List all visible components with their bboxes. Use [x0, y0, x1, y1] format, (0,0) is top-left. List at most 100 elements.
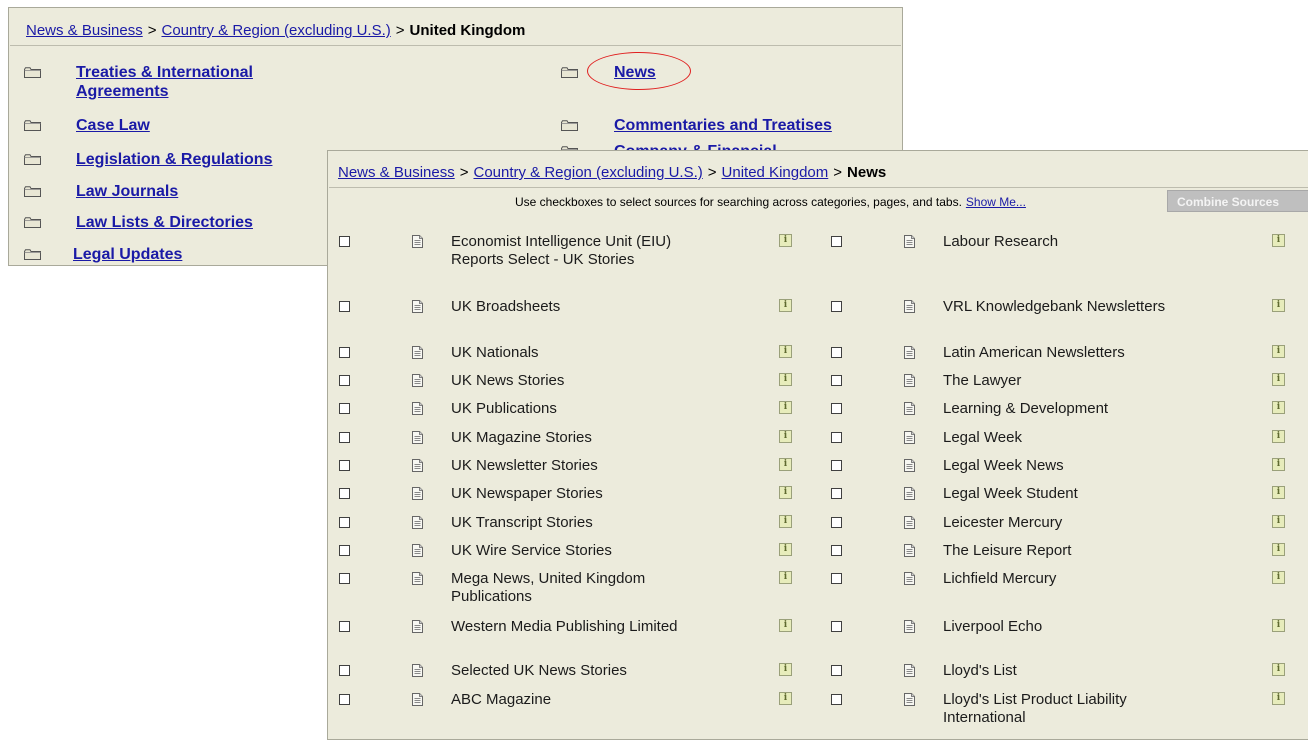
source-name: Learning & Development: [943, 400, 1109, 417]
info-icon[interactable]: i: [779, 571, 792, 584]
source-name: Leicester Mercury: [943, 514, 1063, 531]
category-link-law-lists-directories[interactable]: Law Lists & Directories: [76, 213, 356, 232]
document-icon: [904, 516, 915, 529]
info-icon[interactable]: i: [1272, 571, 1285, 584]
info-icon[interactable]: i: [779, 543, 792, 556]
source-checkbox[interactable]: [339, 665, 350, 676]
info-icon[interactable]: i: [779, 458, 792, 471]
source-checkbox[interactable]: [339, 573, 350, 584]
document-icon: [412, 487, 423, 500]
document-icon: [904, 459, 915, 472]
source-checkbox[interactable]: [339, 403, 350, 414]
divider: [329, 187, 1308, 188]
info-icon[interactable]: i: [1272, 234, 1285, 247]
combine-sources-button[interactable]: Combine Sources: [1167, 190, 1308, 212]
source-checkbox[interactable]: [831, 460, 842, 471]
info-icon[interactable]: i: [1272, 663, 1285, 676]
info-icon[interactable]: i: [779, 515, 792, 528]
info-icon[interactable]: i: [779, 299, 792, 312]
info-icon[interactable]: i: [1272, 619, 1285, 632]
source-name: The Leisure Report: [943, 542, 1072, 559]
info-icon[interactable]: i: [1272, 486, 1285, 499]
source-checkbox[interactable]: [831, 694, 842, 705]
breadcrumb: News & Business > Country & Region (exclud…: [338, 164, 886, 181]
info-icon[interactable]: i: [1272, 692, 1285, 705]
source-name: UK Newspaper Stories: [451, 485, 603, 502]
source-checkbox[interactable]: [339, 236, 350, 247]
document-icon: [412, 544, 423, 557]
breadcrumb-country-region[interactable]: Country & Region (excluding U.S.): [473, 164, 702, 181]
source-checkbox[interactable]: [831, 347, 842, 358]
info-icon[interactable]: i: [1272, 458, 1285, 471]
document-icon: [904, 431, 915, 444]
breadcrumb-separator: >: [833, 164, 843, 181]
info-icon[interactable]: i: [1272, 515, 1285, 528]
document-icon: [412, 346, 423, 359]
source-checkbox[interactable]: [339, 375, 350, 386]
category-link-legislation-regulations[interactable]: Legislation & Regulations: [76, 150, 356, 169]
source-name: VRL Knowledgebank Newsletters: [943, 298, 1166, 315]
info-icon[interactable]: i: [779, 234, 792, 247]
source-checkbox[interactable]: [831, 432, 842, 443]
info-icon[interactable]: i: [1272, 345, 1285, 358]
info-icon[interactable]: i: [779, 619, 792, 632]
info-icon[interactable]: i: [779, 663, 792, 676]
info-icon[interactable]: i: [1272, 373, 1285, 386]
source-checkbox[interactable]: [339, 621, 350, 632]
show-me-link[interactable]: Show Me...: [966, 195, 1026, 209]
info-icon[interactable]: i: [779, 373, 792, 386]
info-icon[interactable]: i: [779, 401, 792, 414]
source-checkbox[interactable]: [339, 694, 350, 705]
info-icon[interactable]: i: [779, 430, 792, 443]
highlight-circle: [587, 52, 691, 90]
source-checkbox[interactable]: [339, 432, 350, 443]
breadcrumb-separator: >: [707, 164, 717, 181]
document-icon: [412, 235, 423, 248]
info-icon[interactable]: i: [779, 345, 792, 358]
source-checkbox[interactable]: [339, 460, 350, 471]
source-checkbox[interactable]: [831, 545, 842, 556]
category-link-case-law[interactable]: Case Law: [76, 116, 356, 135]
info-icon[interactable]: i: [779, 486, 792, 499]
breadcrumb-country-region[interactable]: Country & Region (excluding U.S.): [161, 22, 390, 39]
source-checkbox[interactable]: [831, 621, 842, 632]
category-label: Treaties & International Agreements: [76, 64, 253, 100]
source-checkbox[interactable]: [339, 545, 350, 556]
info-icon[interactable]: i: [1272, 543, 1285, 556]
document-icon: [904, 620, 915, 633]
sources-panel: News & Business > Country & Region (exclud…: [327, 150, 1308, 740]
breadcrumb: News & Business > Country & Region (exclud…: [26, 22, 525, 39]
category-link-treaties-international-agreements[interactable]: Treaties & International Agreements: [76, 63, 316, 101]
source-name: Lloyd's List: [943, 662, 1017, 679]
info-icon[interactable]: i: [1272, 401, 1285, 414]
source-name: Lichfield Mercury: [943, 570, 1057, 587]
info-icon[interactable]: i: [1272, 299, 1285, 312]
source-checkbox[interactable]: [831, 488, 842, 499]
source-name: Legal Week: [943, 429, 1022, 446]
source-checkbox[interactable]: [339, 517, 350, 528]
source-checkbox[interactable]: [831, 403, 842, 414]
breadcrumb-news-business[interactable]: News & Business: [338, 164, 455, 181]
source-checkbox[interactable]: [831, 236, 842, 247]
source-checkbox[interactable]: [339, 347, 350, 358]
source-name: Western Media Publishing Limited: [451, 618, 678, 635]
source-checkbox[interactable]: [831, 573, 842, 584]
source-checkbox[interactable]: [339, 301, 350, 312]
breadcrumb-separator: >: [395, 22, 405, 39]
source-checkbox[interactable]: [831, 301, 842, 312]
category-link-legal-updates[interactable]: Legal Updates: [73, 245, 353, 264]
source-checkbox[interactable]: [831, 517, 842, 528]
source-checkbox[interactable]: [339, 488, 350, 499]
category-link-law-journals[interactable]: Law Journals: [76, 182, 356, 201]
folder-icon: [24, 184, 41, 197]
info-icon[interactable]: i: [779, 692, 792, 705]
category-link-commentaries-and-treatises[interactable]: Commentaries and Treatises: [614, 116, 832, 135]
breadcrumb-united-kingdom[interactable]: United Kingdom: [722, 164, 829, 181]
document-icon: [904, 544, 915, 557]
document-icon: [904, 402, 915, 415]
source-checkbox[interactable]: [831, 375, 842, 386]
source-checkbox[interactable]: [831, 665, 842, 676]
info-icon[interactable]: i: [1272, 430, 1285, 443]
breadcrumb-news-business[interactable]: News & Business: [26, 22, 143, 39]
category-label: Legislation & Regulations: [76, 151, 273, 168]
